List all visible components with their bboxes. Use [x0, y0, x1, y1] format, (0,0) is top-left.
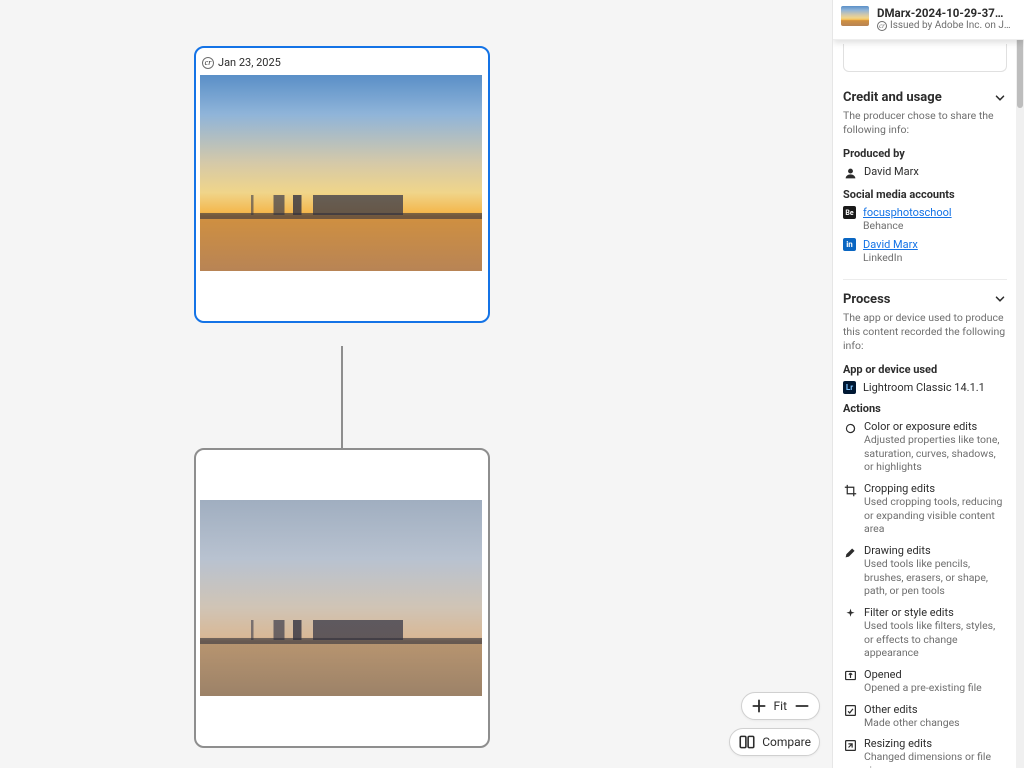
- action-filter: Filter or style editsUsed tools like fil…: [843, 606, 1007, 660]
- graph-node-source[interactable]: [194, 448, 490, 748]
- behance-service: Behance: [863, 219, 903, 232]
- chevron-down-icon[interactable]: [993, 292, 1007, 306]
- node-date-row: cr Jan 23, 2025: [200, 52, 484, 75]
- section-process: Process The app or device used to produc…: [843, 279, 1007, 768]
- social-label: Social media accounts: [843, 188, 1007, 201]
- details-panel: DMarx-2024-10-29-37… cr Issued by Adobe …: [832, 0, 1024, 768]
- behance-icon: Be: [843, 206, 856, 219]
- section-title: Credit and usage: [843, 90, 942, 105]
- linkedin-icon: in: [843, 238, 856, 251]
- app-label: App or device used: [843, 363, 1007, 376]
- resize-icon: [843, 738, 857, 752]
- linkedin-row: in David Marx LinkedIn: [843, 238, 1007, 265]
- provenance-canvas[interactable]: cr Jan 23, 2025 Fit Comp: [0, 0, 832, 768]
- producer-row: David Marx: [843, 165, 1007, 180]
- fit-button[interactable]: Fit: [774, 699, 787, 713]
- node-thumbnail: [200, 75, 482, 271]
- produced-by-label: Produced by: [843, 147, 1007, 160]
- section-subtitle: The app or device used to produce this c…: [843, 311, 1007, 354]
- compare-button[interactable]: Compare: [729, 728, 820, 756]
- action-drawing: Drawing editsUsed tools like pencils, br…: [843, 544, 1007, 598]
- panel-scroll-content[interactable]: Credit and usage The producer chose to s…: [833, 44, 1017, 768]
- sparkle-icon: [843, 607, 857, 621]
- action-crop: Cropping editsUsed cropping tools, reduc…: [843, 482, 1007, 536]
- header-thumbnail: [841, 6, 869, 26]
- section-subtitle: The producer chose to share the followin…: [843, 109, 1007, 137]
- chevron-down-icon[interactable]: [993, 91, 1007, 105]
- lightroom-icon: Lr: [843, 381, 856, 394]
- action-resize: Resizing editsChanged dimensions or file…: [843, 737, 1007, 768]
- zoom-in-button[interactable]: [750, 697, 768, 715]
- zoom-control: Fit: [741, 692, 820, 720]
- collapsed-card-remnant: [843, 44, 1007, 72]
- graph-connector: [341, 346, 343, 450]
- behance-row: Be focusphotoschool Behance: [843, 206, 1007, 233]
- app-name: Lightroom Classic 14.1.1: [863, 381, 1007, 394]
- section-title: Process: [843, 292, 890, 307]
- person-icon: [843, 166, 857, 180]
- node-date: Jan 23, 2025: [218, 56, 281, 69]
- zoom-out-button[interactable]: [793, 697, 811, 715]
- compare-label: Compare: [762, 735, 811, 749]
- action-opened: OpenedOpened a pre-existing file: [843, 668, 1007, 695]
- header-filename: DMarx-2024-10-29-37…: [877, 6, 1016, 20]
- linkedin-link[interactable]: David Marx: [863, 238, 918, 251]
- scrollbar-track[interactable]: [1016, 0, 1024, 768]
- action-other: Other editsMade other changes: [843, 703, 1007, 730]
- actions-label: Actions: [843, 402, 1007, 415]
- node-thumbnail: [200, 500, 482, 696]
- linkedin-service: LinkedIn: [863, 251, 902, 264]
- crop-icon: [843, 483, 857, 497]
- content-credential-icon: cr: [202, 57, 214, 69]
- panel-header[interactable]: DMarx-2024-10-29-37… cr Issued by Adobe …: [833, 0, 1024, 40]
- graph-node-current[interactable]: cr Jan 23, 2025: [194, 46, 490, 323]
- compare-icon: [738, 733, 756, 751]
- action-color: Color or exposure editsAdjusted properti…: [843, 420, 1007, 474]
- app-row: Lr Lightroom Classic 14.1.1: [843, 381, 1007, 394]
- behance-link[interactable]: focusphotoschool: [863, 206, 952, 219]
- producer-name: David Marx: [864, 165, 1007, 178]
- section-credit: Credit and usage The producer chose to s…: [843, 90, 1007, 279]
- open-icon: [843, 669, 857, 683]
- header-issued: Issued by Adobe Inc. on J…: [890, 20, 1011, 31]
- color-icon: [843, 421, 857, 435]
- content-credential-icon: cr: [877, 21, 887, 31]
- edit-icon: [843, 704, 857, 718]
- pencil-icon: [843, 545, 857, 559]
